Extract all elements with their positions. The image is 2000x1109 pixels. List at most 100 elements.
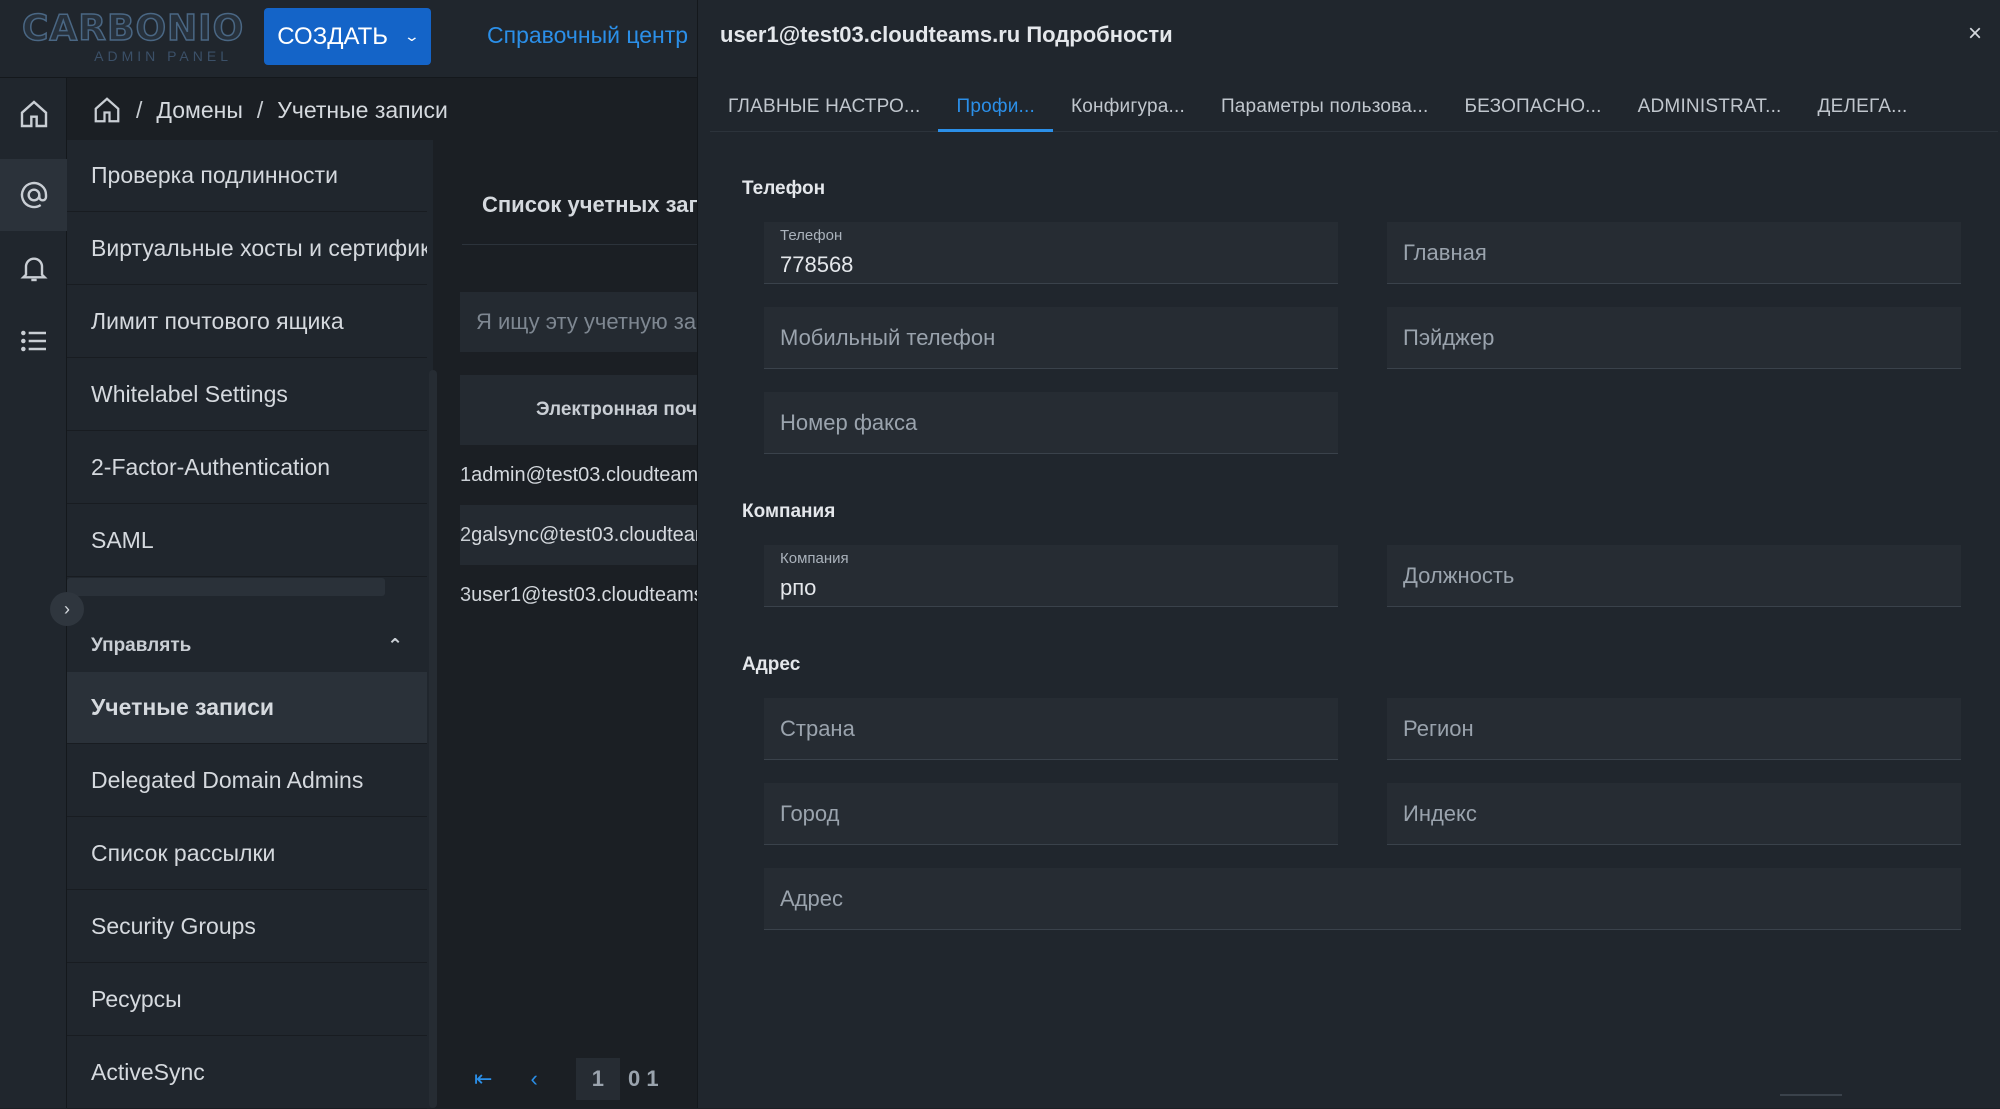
breadcrumb-domains[interactable]: Домены — [156, 97, 242, 124]
region-placeholder: Регион — [1403, 716, 1474, 741]
at-sign-icon — [20, 181, 47, 209]
close-icon[interactable]: × — [1968, 20, 1982, 48]
sidebar-item-delegated-admins[interactable]: Delegated Domain Admins — [67, 745, 427, 817]
sidebar-item-security-groups[interactable]: Security Groups — [67, 891, 427, 963]
prev-page-icon[interactable]: ‹ — [530, 1066, 537, 1092]
row-number: 1 — [460, 463, 472, 486]
rail-list[interactable] — [0, 305, 67, 377]
home-phone-field[interactable]: Главная — [1387, 222, 1961, 284]
carbonio-logo: CARBONIO ADMIN PANEL — [21, 7, 245, 64]
current-page[interactable]: 1 — [575, 1058, 621, 1100]
logo-text: CARBONIO — [21, 7, 245, 50]
tab-security[interactable]: БЕЗОПАСНО... — [1446, 88, 1619, 132]
sidebar-item-2fa[interactable]: 2-Factor-Authentication — [67, 432, 427, 504]
phone-field-value: 778568 — [780, 252, 854, 277]
manage-section-header[interactable]: Управлять ⌃ — [67, 620, 427, 672]
region-field[interactable]: Регион — [1387, 698, 1961, 760]
account-search-input[interactable]: Я ищу эту учетную запись — [460, 292, 710, 352]
sidebar-item-saml[interactable]: SAML — [67, 505, 427, 577]
phone-field-label: Телефон — [780, 227, 843, 244]
position-field[interactable]: Должность — [1387, 545, 1961, 607]
sidebar-item-activesync[interactable]: ActiveSync — [67, 1037, 427, 1109]
sidebar-item-accounts[interactable]: Учетные записи — [67, 672, 427, 744]
table-row[interactable]: 1 admin@test03.cloudteams.ru — [460, 445, 710, 505]
row-number: 2 — [460, 523, 472, 546]
pager-placeholder: Пэйджер — [1403, 325, 1495, 350]
breadcrumb: / Домены / Учетные записи — [92, 92, 448, 128]
home-icon — [20, 100, 47, 128]
help-center-link[interactable]: Справочный центр — [487, 22, 688, 49]
breadcrumb-separator: / — [136, 96, 143, 123]
company-field[interactable]: Компания рпо — [764, 545, 1338, 607]
country-placeholder: Страна — [780, 716, 855, 741]
first-page-icon[interactable]: ⇤ — [474, 1066, 492, 1092]
chevron-down-icon: ⌄ — [403, 28, 421, 44]
table-row[interactable]: 3 user1@test03.cloudteams.ru — [460, 565, 710, 625]
rail-home[interactable] — [0, 78, 67, 150]
sidebar-item-whitelabel[interactable]: Whitelabel Settings — [67, 359, 427, 431]
create-button-label: СОЗДАТЬ — [277, 22, 389, 50]
phone-group-title: Телефон — [742, 178, 826, 199]
rail-notifications[interactable] — [0, 232, 67, 304]
company-group-title: Компания — [742, 501, 836, 522]
page-count: 0 1 — [628, 1066, 659, 1091]
address-group-title: Адрес — [742, 654, 801, 675]
zip-placeholder: Индекс — [1403, 801, 1477, 826]
city-field[interactable]: Город — [764, 783, 1338, 845]
manage-section-title: Управлять — [91, 635, 192, 656]
sidebar-item-authentication[interactable]: Проверка подлинности — [67, 140, 427, 212]
create-button[interactable]: СОЗДАТЬ ⌄ — [264, 8, 431, 65]
city-placeholder: Город — [780, 801, 840, 826]
mobile-phone-placeholder: Мобильный телефон — [780, 325, 996, 350]
position-placeholder: Должность — [1403, 563, 1515, 588]
address-placeholder: Адрес — [780, 886, 843, 911]
phone-field[interactable]: Телефон 778568 — [764, 222, 1338, 284]
list-icon — [20, 330, 46, 352]
row-email: user1@test03.cloudteams.ru — [471, 583, 710, 606]
breadcrumb-separator: / — [256, 96, 264, 123]
sidebar-item-virtual-hosts[interactable]: Виртуальные хосты и сертификаты — [67, 213, 427, 285]
zip-field[interactable]: Индекс — [1387, 783, 1961, 845]
account-list-area: Список учетных записей Я ищу эту учетную… — [440, 140, 753, 1108]
rail-domains[interactable] — [0, 159, 67, 231]
breadcrumb-accounts: Учетные записи — [277, 96, 448, 123]
table-row[interactable]: 2 galsync@test03.cloudteams.ru — [460, 505, 710, 565]
row-number: 3 — [460, 583, 472, 606]
tab-delegation[interactable]: ДЕЛЕГА... — [1800, 88, 1926, 132]
pagination: ⇤ ‹ 1 0 1 — [474, 1058, 659, 1100]
logo-subtext: ADMIN PANEL — [94, 48, 232, 64]
address-field[interactable]: Адрес — [764, 868, 1961, 930]
company-field-value: рпо — [780, 575, 817, 600]
row-email: admin@test03.cloudteams.ru — [471, 463, 710, 486]
account-details-panel: user1@test03.cloudteams.ru Подробности ×… — [697, 0, 2000, 1108]
details-tabs: ГЛАВНЫЕ НАСТРО... Профи... Конфигура... … — [710, 88, 1998, 132]
sidebar-vertical-scrollbar[interactable] — [429, 370, 437, 1108]
panel-scrollbar[interactable] — [1780, 1094, 1842, 1096]
left-rail — [0, 78, 67, 1108]
tab-profile[interactable]: Профи... — [938, 88, 1053, 132]
home-icon[interactable] — [92, 95, 122, 125]
country-field[interactable]: Страна — [764, 698, 1338, 760]
chevron-up-icon: ⌃ — [387, 635, 403, 657]
tab-configuration[interactable]: Конфигура... — [1053, 88, 1203, 132]
row-email: galsync@test03.cloudteams.ru — [471, 523, 710, 546]
sidebar-horizontal-scrollbar[interactable] — [67, 578, 385, 596]
collapse-toggle[interactable]: › — [50, 592, 84, 626]
chevron-right-icon: › — [64, 598, 70, 619]
tab-general[interactable]: ГЛАВНЫЕ НАСТРО... — [710, 88, 938, 132]
sidebar-item-mailing-lists[interactable]: Список рассылки — [67, 818, 427, 890]
home-phone-placeholder: Главная — [1403, 240, 1487, 265]
divider — [462, 244, 702, 245]
fax-field[interactable]: Номер факса — [764, 392, 1338, 454]
mobile-phone-field[interactable]: Мобильный телефон — [764, 307, 1338, 369]
top-bar: CARBONIO ADMIN PANEL СОЗДАТЬ ⌄ Справочны… — [0, 0, 700, 78]
tab-user-preferences[interactable]: Параметры пользова... — [1203, 88, 1447, 132]
company-field-label: Компания — [780, 550, 849, 567]
sidebar-item-resources[interactable]: Ресурсы — [67, 964, 427, 1036]
tab-administration[interactable]: ADMINISTRAT... — [1620, 88, 1800, 132]
fax-placeholder: Номер факса — [780, 410, 918, 435]
domain-sidebar: Проверка подлинности Виртуальные хосты и… — [67, 140, 437, 1109]
sidebar-item-mailbox-quota[interactable]: Лимит почтового ящика — [67, 286, 427, 358]
table-header-email: Электронная почта — [460, 375, 710, 445]
pager-field[interactable]: Пэйджер — [1387, 307, 1961, 369]
